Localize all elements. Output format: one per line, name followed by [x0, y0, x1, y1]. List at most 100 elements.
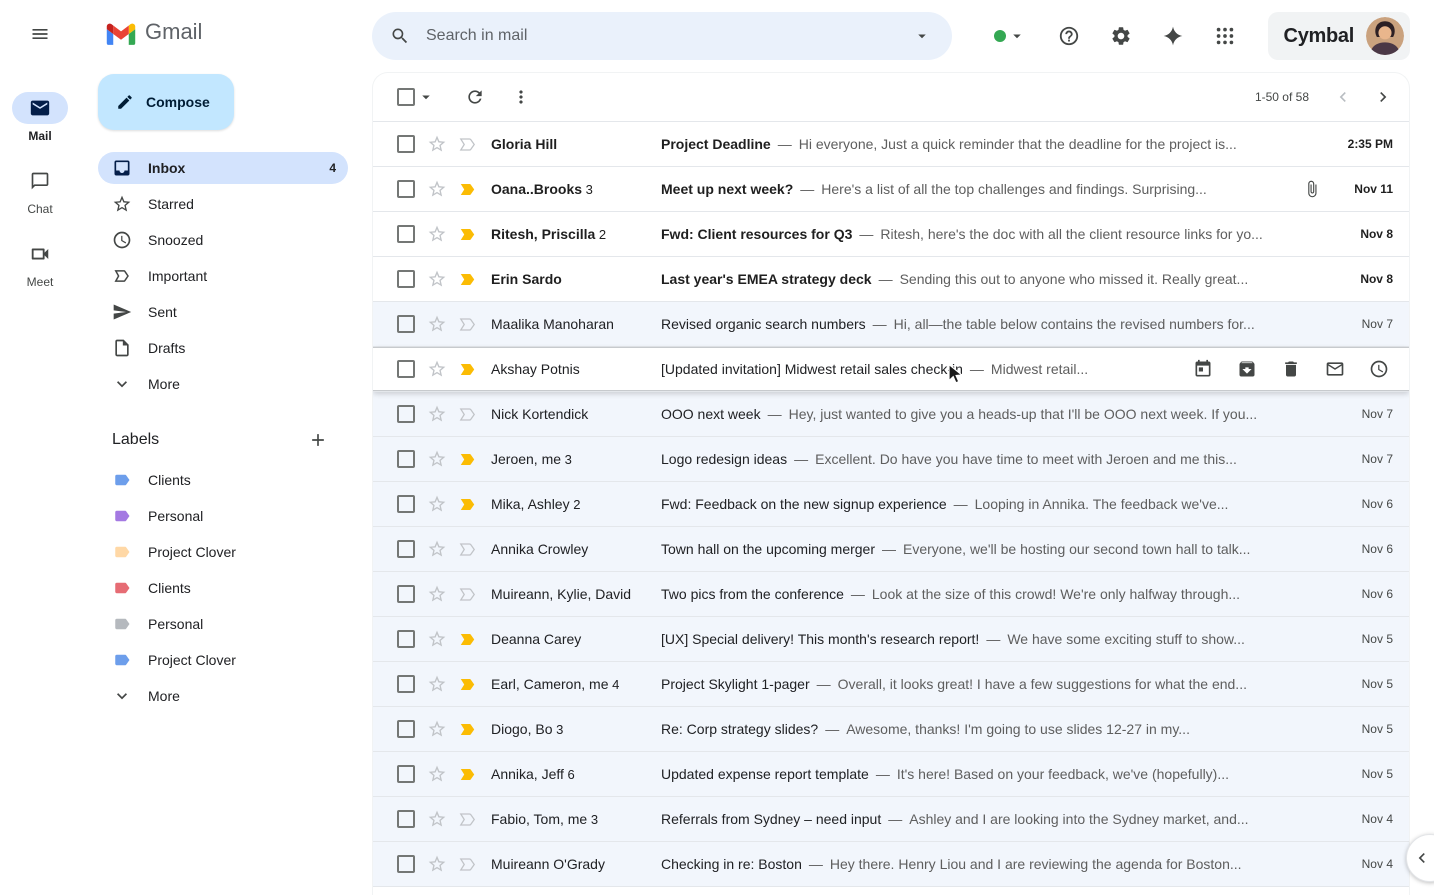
email-row[interactable]: Mika, Ashley 2Fwd: Feedback on the new s… — [373, 482, 1409, 527]
row-checkbox[interactable] — [397, 135, 415, 153]
label-item-clients[interactable]: Clients — [98, 464, 348, 496]
snooze-icon[interactable] — [1357, 347, 1401, 391]
search-input[interactable] — [420, 27, 902, 45]
gmail-logo[interactable]: Gmail — [80, 0, 372, 64]
sidebar-item-snoozed[interactable]: Snoozed — [98, 224, 348, 256]
search-bar[interactable] — [372, 12, 952, 60]
email-row[interactable]: Annika CrowleyTown hall on the upcoming … — [373, 527, 1409, 572]
importance-marker[interactable] — [457, 449, 477, 469]
row-checkbox[interactable] — [397, 315, 415, 333]
email-row[interactable]: Erin SardoLast year's EMEA strategy deck… — [373, 257, 1409, 302]
star-icon[interactable] — [427, 134, 447, 154]
star-icon[interactable] — [427, 404, 447, 424]
main-menu-button[interactable] — [16, 10, 64, 58]
star-icon[interactable] — [427, 584, 447, 604]
search-icon[interactable] — [380, 16, 420, 56]
label-item-clients[interactable]: Clients — [98, 572, 348, 604]
row-checkbox[interactable] — [397, 225, 415, 243]
importance-marker[interactable] — [457, 809, 477, 829]
star-icon[interactable] — [427, 539, 447, 559]
importance-marker[interactable] — [457, 539, 477, 559]
rail-item-mail[interactable]: Mail — [12, 92, 68, 143]
row-checkbox[interactable] — [397, 270, 415, 288]
importance-marker[interactable] — [457, 854, 477, 874]
row-checkbox[interactable] — [397, 675, 415, 693]
sidebar-item-drafts[interactable]: Drafts — [98, 332, 348, 364]
importance-marker[interactable] — [457, 494, 477, 514]
row-checkbox[interactable] — [397, 720, 415, 738]
row-checkbox[interactable] — [397, 180, 415, 198]
row-checkbox[interactable] — [397, 495, 415, 513]
label-item-project-clover[interactable]: Project Clover — [98, 644, 348, 676]
star-icon[interactable] — [427, 719, 447, 739]
email-row[interactable]: Maalika ManoharanRevised organic search … — [373, 302, 1409, 347]
importance-marker[interactable] — [457, 674, 477, 694]
row-checkbox[interactable] — [397, 630, 415, 648]
older-page-button[interactable] — [1363, 77, 1403, 117]
email-row[interactable]: Gloria HillProject Deadline—Hi everyone,… — [373, 122, 1409, 167]
email-row[interactable]: Nick KortendickOOO next week—Hey, just w… — [373, 392, 1409, 437]
gemini-button[interactable] — [1150, 13, 1196, 59]
label-item-personal[interactable]: Personal — [98, 500, 348, 532]
star-icon[interactable] — [427, 314, 447, 334]
account-avatar[interactable] — [1366, 17, 1404, 55]
labels-more[interactable]: More — [98, 680, 348, 712]
more-options-button[interactable] — [501, 77, 541, 117]
create-label-button[interactable] — [304, 426, 332, 454]
star-icon[interactable] — [427, 494, 447, 514]
star-icon[interactable] — [427, 854, 447, 874]
importance-marker[interactable] — [457, 764, 477, 784]
label-item-project-clover[interactable]: Project Clover — [98, 536, 348, 568]
importance-marker[interactable] — [457, 224, 477, 244]
row-checkbox[interactable] — [397, 585, 415, 603]
star-icon[interactable] — [427, 449, 447, 469]
row-checkbox[interactable] — [397, 405, 415, 423]
importance-marker[interactable] — [457, 584, 477, 604]
sidebar-item-starred[interactable]: Starred — [98, 188, 348, 220]
delete-icon[interactable] — [1269, 347, 1313, 391]
importance-marker[interactable] — [457, 629, 477, 649]
importance-marker[interactable] — [457, 719, 477, 739]
importance-marker[interactable] — [457, 314, 477, 334]
email-row[interactable]: Akshay Potnis[Updated invitation] Midwes… — [373, 347, 1409, 392]
email-row[interactable]: Jeroen, me 3Logo redesign ideas—Excellen… — [373, 437, 1409, 482]
importance-marker[interactable] — [457, 134, 477, 154]
event-icon[interactable] — [1181, 347, 1225, 391]
select-all-checkbox[interactable] — [397, 88, 415, 106]
archive-icon[interactable] — [1225, 347, 1269, 391]
row-checkbox[interactable] — [397, 540, 415, 558]
importance-marker[interactable] — [457, 179, 477, 199]
select-dropdown-caret[interactable] — [415, 77, 437, 117]
sidebar-item-inbox[interactable]: Inbox4 — [98, 152, 348, 184]
star-icon[interactable] — [427, 629, 447, 649]
search-options-caret[interactable] — [902, 16, 942, 56]
importance-marker[interactable] — [457, 359, 477, 379]
importance-marker[interactable] — [457, 404, 477, 424]
star-icon[interactable] — [427, 764, 447, 784]
star-icon[interactable] — [427, 224, 447, 244]
row-checkbox[interactable] — [397, 855, 415, 873]
sidebar-item-important[interactable]: Important — [98, 260, 348, 292]
email-row[interactable]: Muireann O'GradyChecking in re: Boston—H… — [373, 842, 1409, 887]
row-checkbox[interactable] — [397, 765, 415, 783]
email-row[interactable]: Fabio, Tom, me 3Referrals from Sydney – … — [373, 797, 1409, 842]
help-button[interactable] — [1046, 13, 1092, 59]
sidebar-item-more[interactable]: More — [98, 368, 348, 400]
email-row[interactable]: Ritesh, Priscilla 2Fwd: Client resources… — [373, 212, 1409, 257]
star-icon[interactable] — [427, 809, 447, 829]
settings-button[interactable] — [1098, 13, 1144, 59]
email-row[interactable]: Deanna Carey[UX] Special delivery! This … — [373, 617, 1409, 662]
row-checkbox[interactable] — [397, 450, 415, 468]
row-checkbox[interactable] — [397, 360, 415, 378]
email-row[interactable]: Earl, Cameron, me 4Project Skylight 1-pa… — [373, 662, 1409, 707]
compose-button[interactable]: Compose — [98, 74, 234, 130]
label-item-personal[interactable]: Personal — [98, 608, 348, 640]
email-row[interactable]: Diogo, Bo 3Re: Corp strategy slides?—Awe… — [373, 707, 1409, 752]
star-icon[interactable] — [427, 674, 447, 694]
mark-as-read-icon[interactable] — [1313, 347, 1357, 391]
email-row[interactable]: Oana..Brooks 3Meet up next week?—Here's … — [373, 167, 1409, 212]
star-icon[interactable] — [427, 269, 447, 289]
email-row[interactable]: Annika, Jeff 6Updated expense report tem… — [373, 752, 1409, 797]
sidebar-item-sent[interactable]: Sent — [98, 296, 348, 328]
newer-page-button[interactable] — [1323, 77, 1363, 117]
